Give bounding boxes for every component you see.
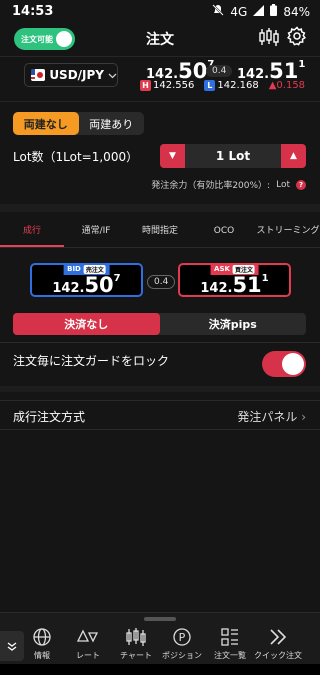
chevron-right-icon: › <box>301 410 306 424</box>
nav-chart[interactable]: チャート <box>114 627 158 661</box>
tab-normal-if[interactable]: 通常/IF <box>64 216 128 247</box>
quote-ask-sup: 1 <box>261 273 269 284</box>
app-header: 注文可能 注文 <box>0 24 320 54</box>
nav-info[interactable]: 情報 <box>20 627 64 661</box>
ask-buy-button[interactable]: ASK 買注文 142.511 <box>178 263 291 297</box>
section-divider <box>0 204 320 212</box>
ask-quote-price: 142.511 <box>180 273 289 297</box>
divider <box>0 342 320 343</box>
tab-time[interactable]: 時間指定 <box>128 216 192 247</box>
margin-value: Lot <box>276 179 290 190</box>
lot-minus-button[interactable]: ▼ <box>160 144 185 168</box>
lot-plus-button[interactable]: ▲ <box>281 144 306 168</box>
nav-chart-label: チャート <box>120 651 152 660</box>
candlestick-icon <box>126 628 146 646</box>
section-divider <box>0 386 320 392</box>
svg-text:P: P <box>179 631 186 644</box>
globe-icon <box>33 628 51 646</box>
method-value-text: 発注パネル <box>237 410 298 424</box>
tab-oco[interactable]: OCO <box>192 216 256 247</box>
nav-rate-label: レート <box>76 651 100 660</box>
quote-bid-big: 50 <box>84 273 114 297</box>
nav-position-label: ポジション <box>162 651 202 660</box>
high-low-row: H 142.556 L 142.168 ▲0.158 <box>140 80 305 91</box>
lot-label: Lot数（1Lot=1,000） <box>13 150 139 164</box>
drag-handle[interactable] <box>144 617 176 621</box>
status-bar: 14:53 4G 84% <box>0 0 320 24</box>
market-order-method-row[interactable]: 成行注文方式 発注パネル › <box>0 400 320 430</box>
battery-label: 84% <box>283 4 310 19</box>
bid-quote-price: 142.507 <box>32 273 141 297</box>
nav-info-label: 情報 <box>34 651 50 660</box>
hedge-off-button[interactable]: 両建なし <box>13 112 79 135</box>
quote-bid-sup: 7 <box>113 273 121 284</box>
candlestick-icon[interactable] <box>258 26 280 52</box>
nav-order-list-label: 注文一覧 <box>214 651 246 660</box>
gesture-bar <box>0 664 320 675</box>
ticker-spread: 0.4 <box>206 65 233 77</box>
high-value: 142.556 <box>153 80 195 91</box>
lot-stepper: ▼ 1 Lot ▲ <box>160 144 306 168</box>
status-icons: 4G 84% <box>212 4 310 19</box>
chevron-double-down-icon <box>7 642 17 651</box>
nav-quick-order-label: クイック注文 <box>254 651 302 660</box>
guard-lock-toggle[interactable] <box>262 351 306 377</box>
margin-label: 発注余力（有効比率200%）: <box>151 181 271 191</box>
nav-position[interactable]: P ポジション <box>160 627 204 661</box>
change-value: ▲0.158 <box>268 80 306 91</box>
chevron-down-icon <box>108 68 117 82</box>
quote-spread: 0.4 <box>147 275 176 289</box>
method-label: 成行注文方式 <box>13 410 86 424</box>
margin-row: 発注余力（有効比率200%）: Lot ? <box>151 178 306 191</box>
hedge-on-button[interactable]: 両建あり <box>79 112 145 135</box>
signal-icon <box>253 4 265 19</box>
quote-bid-prefix: 142. <box>52 281 85 296</box>
nav-quick-order[interactable]: クイック注文 <box>254 627 302 661</box>
high-value-group: H 142.556 <box>140 80 194 91</box>
low-value: 142.168 <box>217 80 259 91</box>
gear-icon[interactable] <box>287 26 307 50</box>
ticker-panel: USD/JPY 142.507 0.4 142.511 <box>0 56 320 102</box>
symbol-selector[interactable]: USD/JPY <box>24 63 118 87</box>
guard-lock-label: 注文毎に注文ガードをロック <box>13 354 170 368</box>
mute-icon <box>212 4 225 19</box>
bottom-nav: 情報 レート チャート P ポジション 注文一覧 クイック注文 <box>0 612 320 664</box>
tab-market[interactable]: 成行 <box>0 216 64 247</box>
hedge-toggle: 両建なし 両建あり <box>13 112 144 135</box>
lot-value[interactable]: 1 Lot <box>185 149 281 163</box>
symbol-label: USD/JPY <box>49 68 104 82</box>
tab-streaming[interactable]: ストリーミング <box>256 216 320 247</box>
low-value-group: L 142.168 <box>204 80 259 91</box>
list-grid-icon <box>221 628 238 646</box>
position-icon: P <box>173 628 191 646</box>
low-badge: L <box>204 80 216 91</box>
status-time: 14:53 <box>12 4 54 19</box>
network-label: 4G <box>230 4 248 19</box>
order-type-tabs: 成行 通常/IF 時間指定 OCO ストリーミング <box>0 216 320 248</box>
bid-sell-button[interactable]: BID 売注文 142.507 <box>30 263 143 297</box>
battery-icon <box>270 4 278 19</box>
quote-ask-big: 51 <box>232 273 262 297</box>
nav-order-list[interactable]: 注文一覧 <box>208 627 252 661</box>
rate-triangles-icon <box>77 629 99 643</box>
settle-toggle: 決済なし 決済pips <box>13 313 306 335</box>
usdjpy-flag-icon <box>31 69 46 81</box>
help-icon[interactable]: ? <box>296 179 306 190</box>
toggle-knob <box>282 353 304 375</box>
settle-pips-button[interactable]: 決済pips <box>160 313 307 335</box>
quote-ask-prefix: 142. <box>200 281 233 296</box>
settle-off-button[interactable]: 決済なし <box>13 313 160 335</box>
ask-sup: 1 <box>298 59 306 70</box>
method-value: 発注パネル › <box>237 408 306 425</box>
high-badge: H <box>140 80 151 91</box>
nav-rate[interactable]: レート <box>66 627 110 661</box>
double-chevron-right-icon <box>270 629 287 645</box>
